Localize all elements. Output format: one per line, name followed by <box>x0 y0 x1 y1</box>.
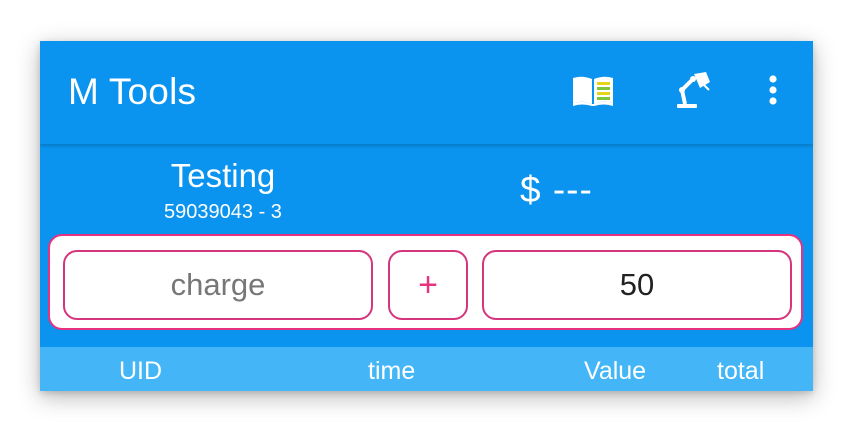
more-vertical-icon <box>768 74 778 111</box>
column-header-total: total <box>717 357 765 385</box>
account-summary: Testing 59039043 - 3 $ --- <box>40 144 813 234</box>
app-window: M Tools Testing 59039043 - 3 $ --- charg… <box>40 41 813 391</box>
desk-lamp-icon <box>673 70 713 115</box>
column-header-uid: UID <box>119 357 163 385</box>
charge-panel: + <box>48 234 803 330</box>
balance-display: $ --- <box>520 169 593 210</box>
table-header: UID time Value total <box>40 347 813 391</box>
charge-field-box <box>63 250 373 320</box>
column-header-value: Value <box>584 357 647 385</box>
account-id: 59039043 - 3 <box>164 201 282 223</box>
app-title: M Tools <box>68 71 197 112</box>
charge-input[interactable] <box>65 252 371 318</box>
amount-field-box <box>482 250 792 320</box>
book-icon <box>570 73 616 112</box>
overflow-menu-button[interactable] <box>750 69 796 115</box>
account-name: Testing <box>170 157 276 194</box>
book-button[interactable] <box>568 69 618 115</box>
amount-input[interactable] <box>484 252 790 318</box>
lamp-button[interactable] <box>668 69 718 115</box>
add-button[interactable]: + <box>388 250 468 320</box>
column-header-time: time <box>368 357 416 385</box>
app-bar: M Tools <box>40 41 813 144</box>
